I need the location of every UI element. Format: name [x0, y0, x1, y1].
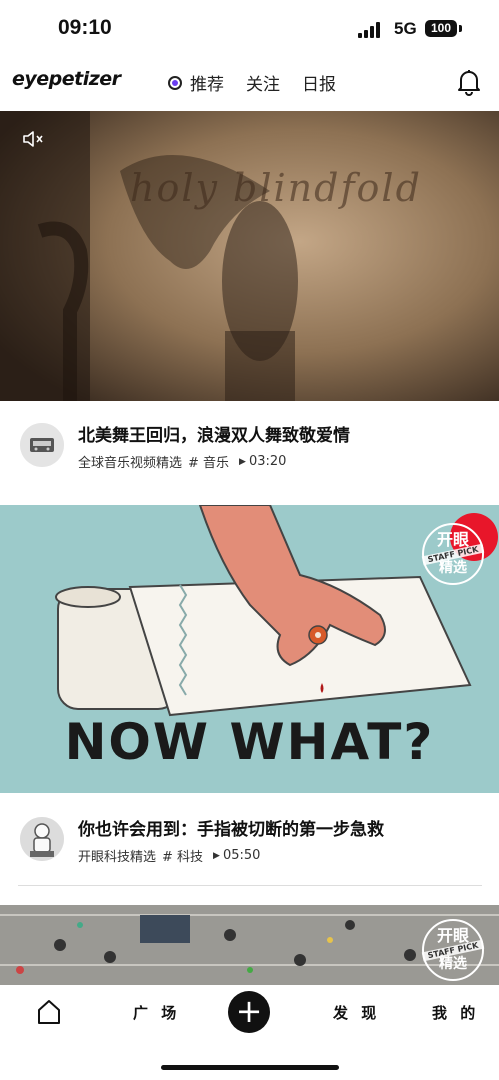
video-info-row[interactable]: 北美舞王回归，浪漫双人舞致敬爱情 全球音乐视频精选 # 音乐 ▶ 03:20 [0, 401, 499, 491]
video-thumbnail [0, 111, 499, 401]
top-header: eyepetizer 推荐 关注 日报 [0, 56, 499, 111]
video-meta: 开眼科技精选 # 科技 ▶ 05:50 [78, 846, 260, 865]
duration: 03:20 [248, 454, 287, 469]
video-title[interactable]: 北美舞王回归，浪漫双人舞致敬爱情 [78, 421, 350, 446]
home-indicator [161, 1065, 339, 1070]
nav-discover[interactable]: 发 现 [333, 1002, 380, 1023]
battery-icon: 100 [425, 20, 457, 37]
status-bar: 09:10 5G 100 [0, 0, 499, 56]
play-icon: ▶ [213, 850, 220, 861]
top-tabs: 推荐 关注 日报 [168, 70, 358, 95]
bottom-nav: 广 场 + 发 现 我 的 [0, 985, 499, 1040]
signal-icon [358, 22, 384, 38]
tab-label: 推荐 [190, 75, 224, 95]
nav-square[interactable]: 广 场 [133, 1002, 180, 1023]
video-overlay-text: NOW WHAT? [64, 713, 435, 771]
video-title[interactable]: 你也许会用到：手指被切断的第一步急救 [78, 815, 384, 840]
bell-icon[interactable] [456, 68, 482, 96]
tab-label: 关注 [246, 75, 280, 95]
avatar[interactable] [20, 423, 64, 467]
tab-daily[interactable]: 日报 [302, 70, 336, 95]
staff-pick-badge: 开眼 STAFF PICK 精选 [421, 523, 485, 585]
publish-plus-button[interactable]: + [228, 991, 270, 1033]
status-time: 09:10 [58, 16, 112, 39]
home-icon[interactable] [36, 999, 62, 1025]
battery-tip [459, 25, 462, 32]
nav-mine[interactable]: 我 的 [432, 1002, 479, 1023]
video-info-row[interactable]: 你也许会用到：手指被切断的第一步急救 开眼科技精选 # 科技 ▶ 05:50 [0, 795, 499, 885]
divider [18, 885, 482, 886]
video-overlay-text: holy blindfold [130, 166, 422, 210]
category-tag[interactable]: # 科技 [162, 846, 203, 865]
tab-recommend[interactable]: 推荐 [168, 70, 224, 95]
video-card[interactable]: NOW WHAT? 开眼 STAFF PICK 精选 [0, 505, 499, 793]
network-type: 5G [394, 19, 417, 38]
avatar[interactable] [20, 817, 64, 861]
tab-follow[interactable]: 关注 [246, 70, 280, 95]
category-tag[interactable]: # 音乐 [188, 452, 229, 471]
channel-name[interactable]: 全球音乐视频精选 [78, 452, 182, 471]
play-icon: ▶ [239, 456, 246, 467]
staff-pick-badge: 开眼 STAFF PICK 精选 [421, 919, 485, 981]
video-meta: 全球音乐视频精选 # 音乐 ▶ 03:20 [78, 452, 286, 471]
video-player[interactable]: holy blindfold [0, 111, 499, 401]
app-logo: eyepetizer [12, 68, 121, 90]
duration: 05:50 [222, 848, 261, 863]
active-dot-icon [168, 75, 182, 90]
video-card[interactable]: 开眼 STAFF PICK 精选 [0, 905, 499, 985]
mute-icon[interactable] [22, 131, 44, 147]
channel-name[interactable]: 开眼科技精选 [78, 846, 156, 865]
tab-label: 日报 [302, 75, 336, 95]
